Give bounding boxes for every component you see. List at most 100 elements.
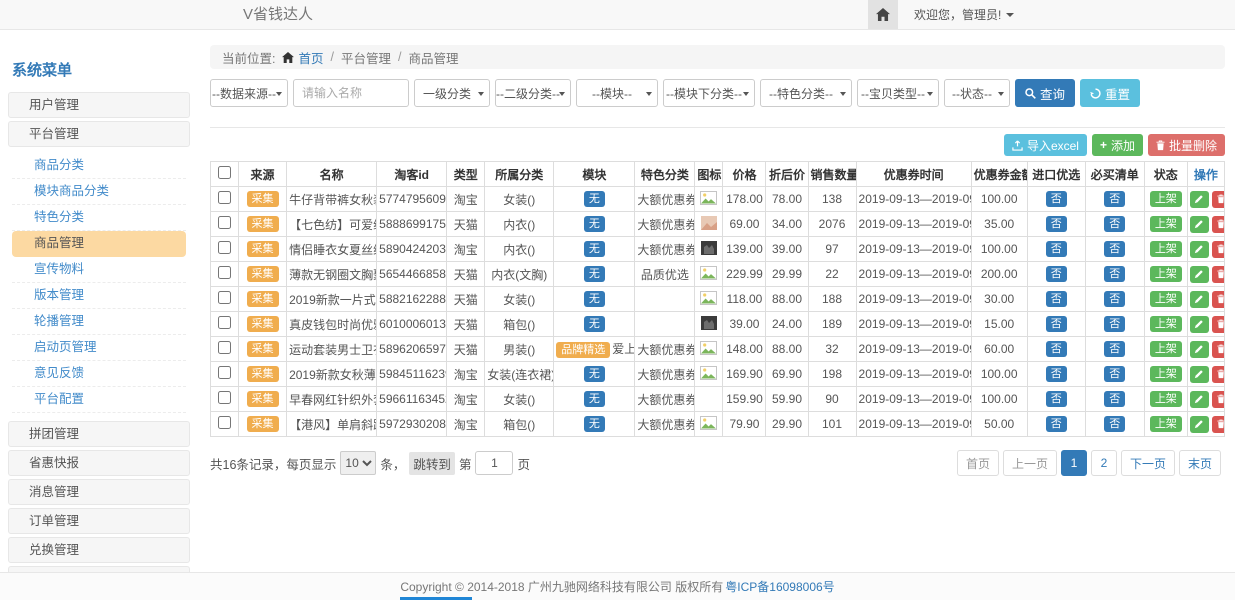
sidebar-group[interactable]: 省惠快报 <box>8 450 190 476</box>
row-checkbox[interactable] <box>218 391 231 404</box>
edit-button[interactable] <box>1190 191 1209 208</box>
sidebar-subitem[interactable]: 平台配置 <box>12 387 186 413</box>
row-checkbox[interactable] <box>218 416 231 429</box>
must-buy-badge[interactable]: 否 <box>1104 366 1125 383</box>
status-badge[interactable]: 上架 <box>1150 341 1182 358</box>
row-checkbox[interactable] <box>218 216 231 229</box>
delete-button[interactable] <box>1212 366 1225 383</box>
row-checkbox[interactable] <box>218 316 231 329</box>
filter-select-source[interactable]: --数据来源-- <box>210 79 288 107</box>
sidebar-subitem[interactable]: 轮播管理 <box>12 309 186 335</box>
sidebar-group-platform[interactable]: 平台管理 <box>8 121 190 147</box>
filter-select[interactable]: --二级分类-- <box>495 79 571 107</box>
filter-select[interactable]: --状态-- <box>944 79 1010 107</box>
import-select-badge[interactable]: 否 <box>1046 216 1067 233</box>
row-checkbox[interactable] <box>218 266 231 279</box>
must-buy-badge[interactable]: 否 <box>1104 241 1125 258</box>
delete-button[interactable] <box>1212 341 1225 358</box>
import-select-badge[interactable]: 否 <box>1046 291 1067 308</box>
edit-button[interactable] <box>1190 366 1209 383</box>
user-menu[interactable]: 欢迎您，管理员! <box>914 6 1014 23</box>
sidebar-group[interactable]: 拼团管理 <box>8 421 190 447</box>
must-buy-badge[interactable]: 否 <box>1104 341 1125 358</box>
filter-select[interactable]: --宝贝类型-- <box>857 79 939 107</box>
edit-button[interactable] <box>1190 266 1209 283</box>
import-select-badge[interactable]: 否 <box>1046 391 1067 408</box>
edit-button[interactable] <box>1190 291 1209 308</box>
sidebar-group[interactable]: 订单管理 <box>8 508 190 534</box>
edit-button[interactable] <box>1190 416 1209 433</box>
query-button[interactable]: 查询 <box>1015 79 1075 107</box>
per-page-select[interactable]: 10 <box>340 451 376 475</box>
status-badge[interactable]: 上架 <box>1150 216 1182 233</box>
pager-button[interactable]: 2 <box>1091 450 1117 476</box>
pager-button[interactable]: 末页 <box>1179 450 1221 476</box>
row-checkbox[interactable] <box>218 291 231 304</box>
delete-button[interactable] <box>1212 216 1225 233</box>
delete-button[interactable] <box>1212 266 1225 283</box>
import-select-badge[interactable]: 否 <box>1046 341 1067 358</box>
row-checkbox[interactable] <box>218 191 231 204</box>
status-badge[interactable]: 上架 <box>1150 316 1182 333</box>
sidebar-subitem[interactable]: 启动页管理 <box>12 335 186 361</box>
sidebar-subitem[interactable]: 宣传物料 <box>12 257 186 283</box>
status-badge[interactable]: 上架 <box>1150 191 1182 208</box>
pager-button[interactable]: 1 <box>1061 450 1087 476</box>
status-badge[interactable]: 上架 <box>1150 241 1182 258</box>
filter-select[interactable]: --模块-- <box>576 79 658 107</box>
sidebar-subitem[interactable]: 版本管理 <box>12 283 186 309</box>
icp-link[interactable]: 粤ICP备16098006号 <box>725 578 834 595</box>
sidebar-group[interactable]: 消息管理 <box>8 479 190 505</box>
sidebar-subitem[interactable]: 意见反馈 <box>12 361 186 387</box>
must-buy-badge[interactable]: 否 <box>1104 316 1125 333</box>
must-buy-badge[interactable]: 否 <box>1104 416 1125 433</box>
sidebar-subitem[interactable]: 商品管理 <box>12 231 186 257</box>
delete-button[interactable] <box>1212 291 1225 308</box>
edit-button[interactable] <box>1190 341 1209 358</box>
import-select-badge[interactable]: 否 <box>1046 416 1067 433</box>
page-number-input[interactable] <box>475 451 513 475</box>
edit-button[interactable] <box>1190 316 1209 333</box>
select-all-checkbox[interactable] <box>218 166 231 179</box>
row-checkbox[interactable] <box>218 341 231 354</box>
add-button[interactable]: + 添加 <box>1092 134 1143 156</box>
reset-button[interactable]: 重置 <box>1080 79 1140 107</box>
import-excel-button[interactable]: 导入excel <box>1004 134 1087 156</box>
pager-button[interactable]: 下一页 <box>1121 450 1175 476</box>
import-select-badge[interactable]: 否 <box>1046 191 1067 208</box>
jump-button[interactable]: 跳转到 <box>409 452 455 475</box>
import-select-badge[interactable]: 否 <box>1046 316 1067 333</box>
bulk-delete-button[interactable]: 批量删除 <box>1148 134 1225 156</box>
delete-button[interactable] <box>1212 316 1225 333</box>
delete-button[interactable] <box>1212 191 1225 208</box>
must-buy-badge[interactable]: 否 <box>1104 191 1125 208</box>
status-badge[interactable]: 上架 <box>1150 391 1182 408</box>
must-buy-badge[interactable]: 否 <box>1104 266 1125 283</box>
import-select-badge[interactable]: 否 <box>1046 266 1067 283</box>
delete-button[interactable] <box>1212 391 1225 408</box>
status-badge[interactable]: 上架 <box>1150 416 1182 433</box>
edit-button[interactable] <box>1190 216 1209 233</box>
filter-select[interactable]: 一级分类 <box>414 79 490 107</box>
breadcrumb-home-link[interactable]: 首页 <box>282 48 323 67</box>
edit-button[interactable] <box>1190 391 1209 408</box>
delete-button[interactable] <box>1212 416 1225 433</box>
must-buy-badge[interactable]: 否 <box>1104 391 1125 408</box>
edit-button[interactable] <box>1190 241 1209 258</box>
sidebar-subitem[interactable]: 特色分类 <box>12 205 186 231</box>
status-badge[interactable]: 上架 <box>1150 366 1182 383</box>
sidebar-subitem[interactable]: 模块商品分类 <box>12 179 186 205</box>
row-checkbox[interactable] <box>218 241 231 254</box>
sidebar-group-users[interactable]: 用户管理 <box>8 92 190 118</box>
status-badge[interactable]: 上架 <box>1150 266 1182 283</box>
status-badge[interactable]: 上架 <box>1150 291 1182 308</box>
delete-button[interactable] <box>1212 241 1225 258</box>
must-buy-badge[interactable]: 否 <box>1104 216 1125 233</box>
import-select-badge[interactable]: 否 <box>1046 241 1067 258</box>
import-select-badge[interactable]: 否 <box>1046 366 1067 383</box>
filter-select[interactable]: --特色分类-- <box>760 79 852 107</box>
name-search-input[interactable] <box>293 79 409 107</box>
breadcrumb-item-platform[interactable]: 平台管理 <box>341 48 391 67</box>
row-checkbox[interactable] <box>218 366 231 379</box>
sidebar-group[interactable]: 兑换管理 <box>8 537 190 563</box>
